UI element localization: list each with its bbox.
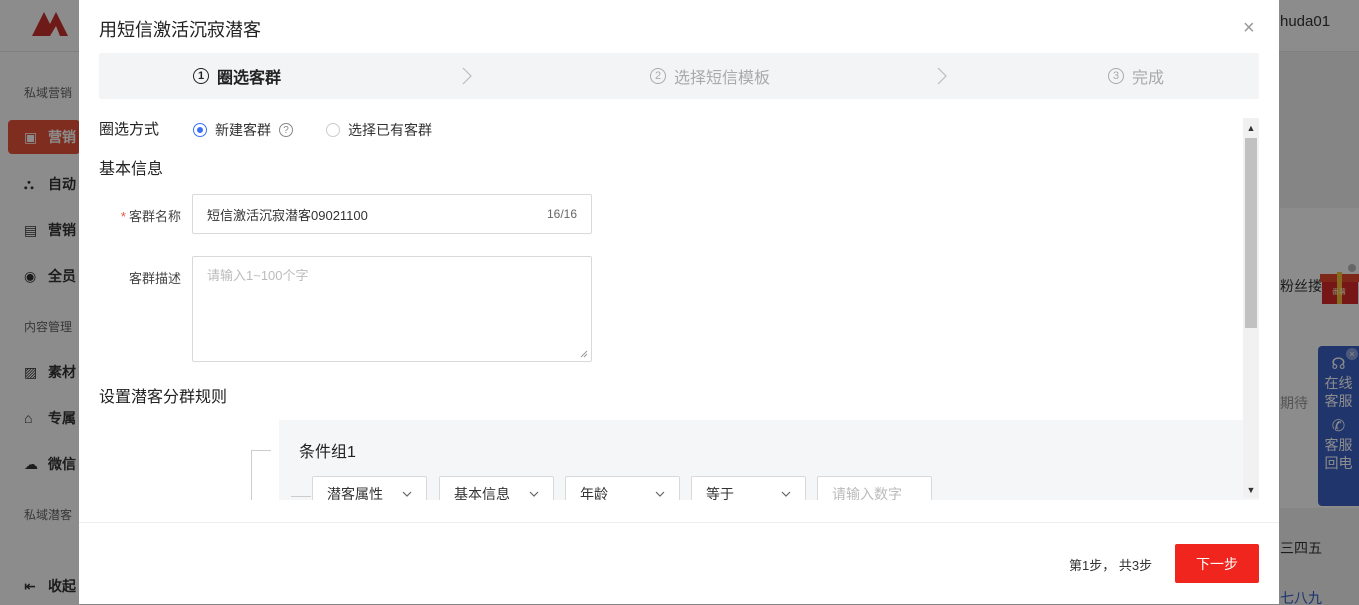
value-number-input[interactable]: 请输入数字 xyxy=(817,476,932,500)
step-1: 1 圈选客群 xyxy=(193,53,281,99)
group-desc-label: 客群描述 xyxy=(128,271,181,286)
modal-footer: 第1步， 共3步 下一步 xyxy=(79,522,1279,604)
step-label: 选择短信模板 xyxy=(674,70,771,87)
group-name-value: 短信激活沉寂潜客09021100 xyxy=(207,207,368,223)
step-info: 第1步， 共3步 xyxy=(1069,558,1153,573)
radio-existing-group[interactable]: 选择已有客群 xyxy=(326,120,432,140)
rules-title: 设置潜客分群规则 xyxy=(99,389,228,406)
chevron-down-icon xyxy=(655,491,665,497)
select-basic-info[interactable]: 基本信息 xyxy=(439,476,554,500)
modal-dialog: 用短信激活沉寂潜客 × 1 圈选客群 2 选择短信模板 3 完成 圈选方式 新建… xyxy=(79,0,1279,604)
next-step-button[interactable]: 下一步 xyxy=(1175,544,1259,583)
step-label: 完成 xyxy=(1132,70,1165,87)
desc-placeholder: 请输入1~100个字 xyxy=(207,268,309,283)
select-age[interactable]: 年龄 xyxy=(565,476,680,500)
step-number: 3 xyxy=(1108,68,1124,84)
separator: - xyxy=(809,494,813,500)
chevron-down-icon xyxy=(402,491,412,497)
radio-dot[interactable] xyxy=(193,123,207,137)
chevron-right-icon xyxy=(937,67,947,85)
resize-grip-icon[interactable] xyxy=(580,350,588,358)
radio-dot[interactable] xyxy=(326,123,340,137)
group-desc-textarea[interactable]: 请输入1~100个字 xyxy=(192,256,592,362)
basic-info-title: 基本信息 xyxy=(99,161,164,178)
help-icon[interactable]: ? xyxy=(279,123,293,137)
select-lead-attr[interactable]: 潜客属性 xyxy=(312,476,427,500)
modal-title: 用短信激活沉寂潜客 xyxy=(99,20,261,40)
char-count: 16/16 xyxy=(546,207,577,221)
steps-bar: 1 圈选客群 2 选择短信模板 3 完成 xyxy=(99,53,1259,99)
step-number: 1 xyxy=(193,68,209,84)
group-bracket xyxy=(251,450,271,500)
scroll-up-icon[interactable]: ▲ xyxy=(1243,120,1259,136)
required-mark: * xyxy=(120,209,126,224)
step-3: 3 完成 xyxy=(1108,53,1164,99)
step-label: 圈选客群 xyxy=(217,70,282,87)
chevron-down-icon xyxy=(529,491,539,497)
condition-group-title: 条件组1 xyxy=(299,444,356,461)
radio-label: 选择已有客群 xyxy=(348,122,432,138)
close-icon[interactable]: × xyxy=(1243,18,1259,38)
radio-new-group[interactable]: 新建客群 ? xyxy=(193,120,293,140)
scrollbar[interactable]: ▲ ▼ xyxy=(1243,118,1259,498)
selection-method-label: 圈选方式 xyxy=(99,121,160,138)
separator: - xyxy=(557,494,561,500)
separator: - xyxy=(683,494,687,500)
form-scroll-area[interactable]: 圈选方式 新建客群 ? 选择已有客群 基本信息 * 客群名称 短信激活沉寂潜客09… xyxy=(99,118,1259,500)
select-operator[interactable]: 等于 xyxy=(691,476,806,500)
chevron-right-icon xyxy=(462,67,472,85)
condition-connector xyxy=(291,496,311,497)
group-name-label: * 客群名称 xyxy=(120,209,181,224)
scroll-down-icon[interactable]: ▼ xyxy=(1243,482,1259,498)
step-2: 2 选择短信模板 xyxy=(650,53,770,99)
step-number: 2 xyxy=(650,68,666,84)
group-name-input[interactable]: 短信激活沉寂潜客09021100 16/16 xyxy=(192,194,592,234)
scroll-thumb[interactable] xyxy=(1245,138,1257,328)
radio-label: 新建客群 xyxy=(215,122,271,138)
chevron-down-icon xyxy=(781,491,791,497)
